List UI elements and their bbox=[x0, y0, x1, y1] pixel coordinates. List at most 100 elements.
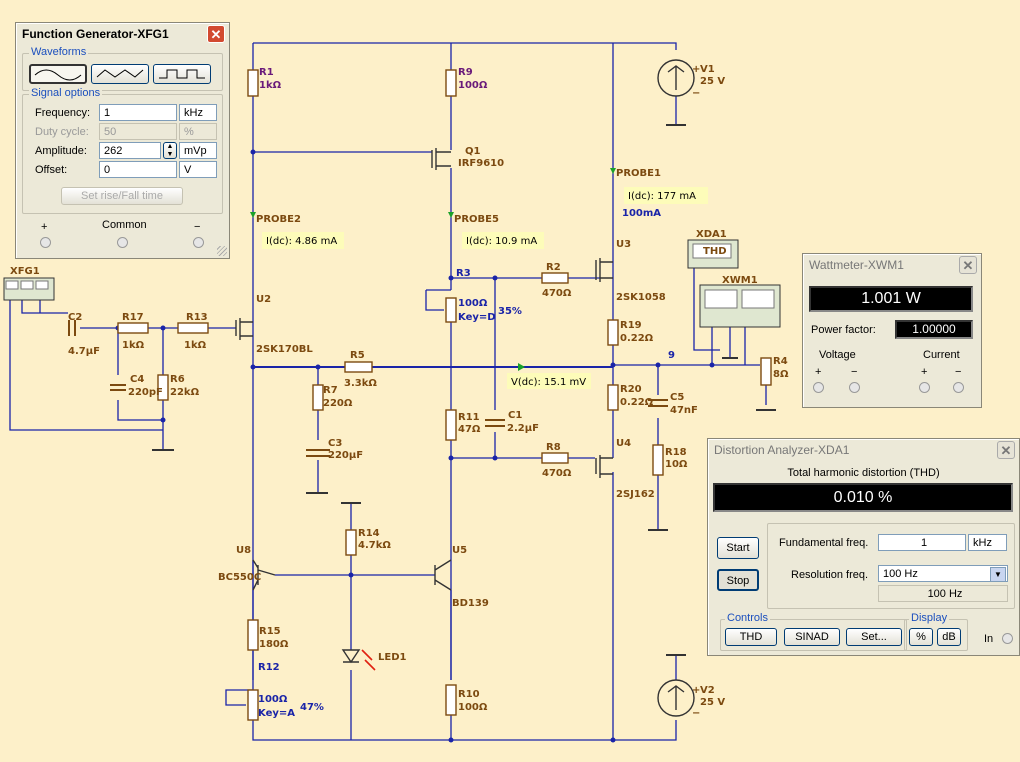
offset-input[interactable]: 0 bbox=[99, 161, 177, 178]
probe5-reading: I(dc): 10.9 mA bbox=[466, 236, 537, 247]
duty-cycle-unit[interactable]: % bbox=[179, 123, 217, 140]
c2-label: C2 bbox=[68, 312, 82, 323]
distortion-analyzer-window[interactable]: Distortion Analyzer-XDA1 ✕ Total harmoni… bbox=[707, 438, 1020, 656]
stop-button[interactable]: Stop bbox=[717, 569, 759, 591]
set-button[interactable]: Set... bbox=[846, 628, 902, 646]
probe1-extra: 100mA bbox=[622, 208, 661, 219]
resolution-freq-label: Resolution freq. bbox=[791, 569, 869, 581]
r8-value: 470Ω bbox=[542, 468, 572, 479]
r3-label: R3 bbox=[456, 268, 471, 279]
close-button[interactable]: ✕ bbox=[997, 441, 1015, 459]
u2-label: U2 bbox=[256, 294, 271, 305]
percent-button[interactable]: % bbox=[909, 628, 933, 646]
in-terminal[interactable] bbox=[1002, 633, 1013, 644]
terminal-common[interactable] bbox=[117, 237, 128, 248]
xda1-label[interactable]: XDA1 bbox=[696, 229, 727, 240]
power-reading-display: 1.001 W bbox=[809, 286, 973, 312]
r4-label: R4 bbox=[773, 356, 788, 367]
offset-unit[interactable]: V bbox=[179, 161, 217, 178]
resolution-freq-select[interactable]: 100 Hz ▼ bbox=[878, 565, 1008, 582]
terminal-minus[interactable] bbox=[193, 237, 204, 248]
resize-grip[interactable] bbox=[217, 246, 227, 256]
frequency-label: Frequency: bbox=[35, 107, 91, 119]
probe2-label[interactable]: PROBE2 bbox=[256, 214, 301, 225]
sinad-button[interactable]: SINAD bbox=[784, 628, 840, 646]
current-label: Current bbox=[923, 349, 960, 361]
sine-wave-button[interactable] bbox=[29, 64, 87, 84]
c4-label: C4 bbox=[130, 374, 144, 385]
fundamental-freq-label: Fundamental freq. bbox=[779, 537, 869, 549]
v1-minus: − bbox=[692, 88, 700, 99]
c1-label: C1 bbox=[508, 410, 522, 421]
r12-value: 100Ω bbox=[258, 694, 288, 705]
amplitude-input[interactable]: 262 bbox=[99, 142, 161, 159]
resolution-freq-selected: 100 Hz bbox=[883, 568, 918, 580]
r12-label: R12 bbox=[258, 662, 280, 673]
u4-label: U4 bbox=[616, 438, 631, 449]
r12-key: Key=A bbox=[258, 708, 295, 719]
square-wave-button[interactable] bbox=[153, 64, 211, 84]
db-button[interactable]: dB bbox=[937, 628, 961, 646]
r9-label: R9 bbox=[458, 67, 473, 78]
probe1-reading: I(dc): 177 mA bbox=[628, 191, 696, 202]
xwm1-label[interactable]: XWM1 bbox=[722, 275, 758, 286]
thd-caption: Total harmonic distortion (THD) bbox=[787, 467, 940, 479]
v2-plus: + bbox=[692, 685, 700, 696]
r2-value: 470Ω bbox=[542, 288, 572, 299]
resolution-freq-display: 100 Hz bbox=[878, 585, 1008, 602]
fundamental-freq-unit[interactable]: kHz bbox=[968, 534, 1007, 551]
v2-value: 25 V bbox=[700, 697, 725, 708]
r8-label: R8 bbox=[546, 442, 561, 453]
amplitude-label: Amplitude: bbox=[35, 145, 87, 157]
v1-value: 25 V bbox=[700, 76, 725, 87]
voltage-minus-terminal[interactable] bbox=[849, 382, 860, 393]
triangle-wave-icon bbox=[96, 69, 144, 78]
wattmeter-title-text: Wattmeter-XWM1 bbox=[809, 258, 904, 272]
probe1-label[interactable]: PROBE1 bbox=[616, 168, 661, 179]
amplitude-stepper[interactable]: ▲ ▼ bbox=[163, 142, 177, 159]
probe2-reading: I(dc): 4.86 mA bbox=[266, 236, 337, 247]
v2-label: V2 bbox=[700, 685, 715, 696]
c3-value: 220µF bbox=[328, 450, 363, 461]
start-button[interactable]: Start bbox=[717, 537, 759, 559]
current-minus-terminal[interactable] bbox=[953, 382, 964, 393]
voltage-minus-label: − bbox=[851, 366, 858, 378]
r13-label: R13 bbox=[186, 312, 208, 323]
v2-minus: − bbox=[692, 708, 700, 719]
amplitude-unit[interactable]: mVp bbox=[179, 142, 217, 159]
r7-value: 220Ω bbox=[323, 398, 353, 409]
triangle-wave-button[interactable] bbox=[91, 64, 149, 84]
r3-percent: 35% bbox=[498, 306, 522, 317]
probe5-label[interactable]: PROBE5 bbox=[454, 214, 499, 225]
wattmeter-window[interactable]: Wattmeter-XWM1 ✕ 1.001 W Power factor: 1… bbox=[802, 253, 982, 408]
r20-value: 0.22Ω bbox=[620, 397, 654, 408]
r6-label: R6 bbox=[170, 374, 185, 385]
voltage-plus-terminal[interactable] bbox=[813, 382, 824, 393]
r2-label: R2 bbox=[546, 262, 561, 273]
xfg1-label[interactable]: XFG1 bbox=[10, 266, 40, 277]
duty-cycle-input[interactable]: 50 bbox=[99, 123, 177, 140]
fundamental-freq-input[interactable]: 1 bbox=[878, 534, 966, 551]
r13-value: 1kΩ bbox=[184, 340, 207, 351]
frequency-input[interactable]: 1 bbox=[99, 104, 177, 121]
thd-button[interactable]: THD bbox=[725, 628, 777, 646]
distortion-analyzer-title-text: Distortion Analyzer-XDA1 bbox=[714, 443, 850, 457]
chevron-down-icon[interactable]: ▼ bbox=[990, 567, 1006, 582]
function-generator-window[interactable]: Function Generator-XFG1 ✕ Waveforms Sign… bbox=[15, 22, 230, 259]
function-generator-title[interactable]: Function Generator-XFG1 ✕ bbox=[16, 23, 229, 45]
terminal-plus[interactable] bbox=[40, 237, 51, 248]
close-button[interactable]: ✕ bbox=[959, 256, 977, 274]
terminal-plus-label: + bbox=[41, 221, 48, 233]
distortion-analyzer-title[interactable]: Distortion Analyzer-XDA1 ✕ bbox=[708, 439, 1019, 461]
u8-value: BC550C bbox=[218, 572, 261, 583]
set-rise-fall-button[interactable]: Set rise/Fall time bbox=[61, 187, 183, 205]
vdc-reading: V(dc): 15.1 mV bbox=[511, 377, 586, 388]
power-factor-label: Power factor: bbox=[811, 324, 876, 336]
frequency-unit[interactable]: kHz bbox=[179, 104, 217, 121]
u8-label: U8 bbox=[236, 545, 251, 556]
r17-value: 1kΩ bbox=[122, 340, 145, 351]
v1-plus: + bbox=[692, 64, 700, 75]
close-button[interactable]: ✕ bbox=[207, 25, 225, 43]
wattmeter-title[interactable]: Wattmeter-XWM1 ✕ bbox=[803, 254, 981, 276]
current-plus-terminal[interactable] bbox=[919, 382, 930, 393]
